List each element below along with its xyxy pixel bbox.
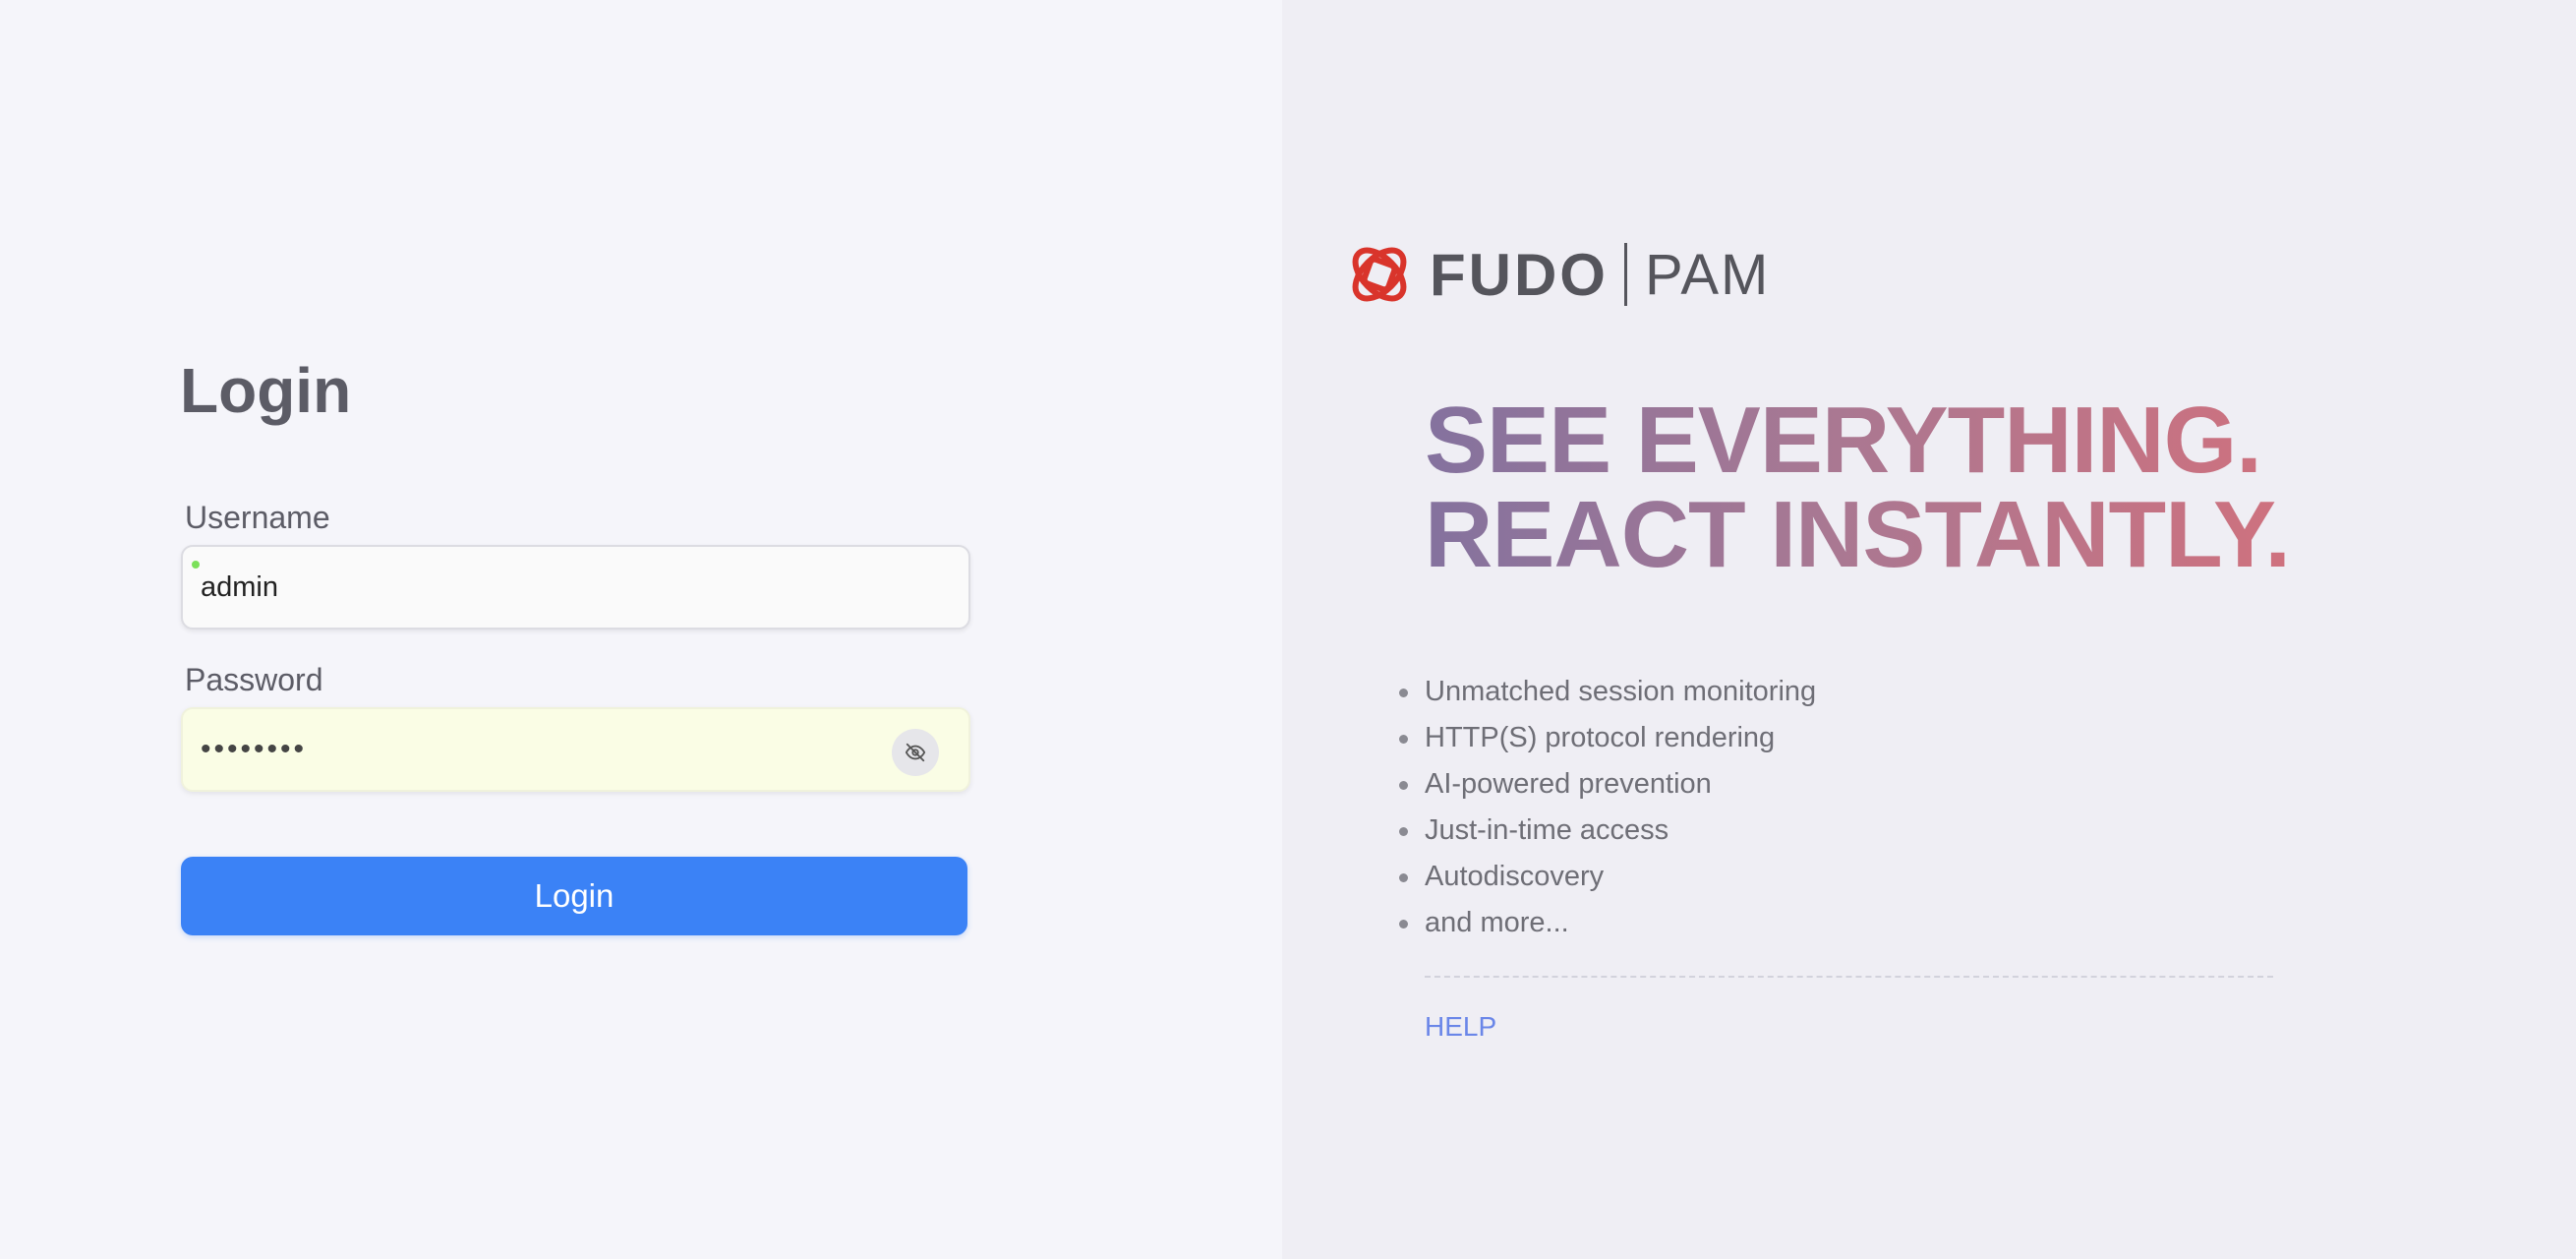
username-value: admin <box>201 570 278 603</box>
headline-line-2: REACT INSTANTLY. <box>1425 482 2291 587</box>
headline: SEE EVERYTHING. REACT INSTANTLY. <box>1425 393 2290 582</box>
password-visibility-toggle[interactable] <box>892 729 939 776</box>
list-item: Unmatched session monitoring <box>1398 669 1816 715</box>
login-button[interactable]: Login <box>181 857 967 935</box>
divider <box>1425 976 2273 978</box>
help-link[interactable]: HELP <box>1425 1011 1496 1043</box>
headline-line-1: SEE EVERYTHING. <box>1425 388 2261 493</box>
logo-divider <box>1623 243 1627 306</box>
brand-name: FUDO <box>1430 241 1609 308</box>
username-label: Username <box>185 500 330 535</box>
brand-logo: FUDO PAM <box>1343 238 1770 311</box>
login-panel: Login Username admin Password •••••••• L… <box>0 0 1282 1259</box>
list-item: HTTP(S) protocol rendering <box>1398 715 1816 761</box>
fudo-logo-icon <box>1352 247 1407 302</box>
autofill-indicator <box>192 561 200 569</box>
brand-panel: FUDO PAM SEE EVERYTHING. REACT INSTANTLY… <box>1282 0 2576 1259</box>
list-item: Just-in-time access <box>1398 808 1816 854</box>
password-field[interactable]: •••••••• <box>181 707 970 792</box>
eye-off-icon <box>905 743 926 762</box>
list-item: and more... <box>1398 900 1816 946</box>
list-item: Autodiscovery <box>1398 854 1816 900</box>
username-field[interactable]: admin <box>181 545 970 630</box>
password-value: •••••••• <box>201 733 308 765</box>
product-name: PAM <box>1644 242 1771 307</box>
page-title: Login <box>180 355 352 426</box>
feature-list: Unmatched session monitoring HTTP(S) pro… <box>1398 669 1816 946</box>
list-item: AI-powered prevention <box>1398 761 1816 808</box>
password-label: Password <box>185 662 323 697</box>
